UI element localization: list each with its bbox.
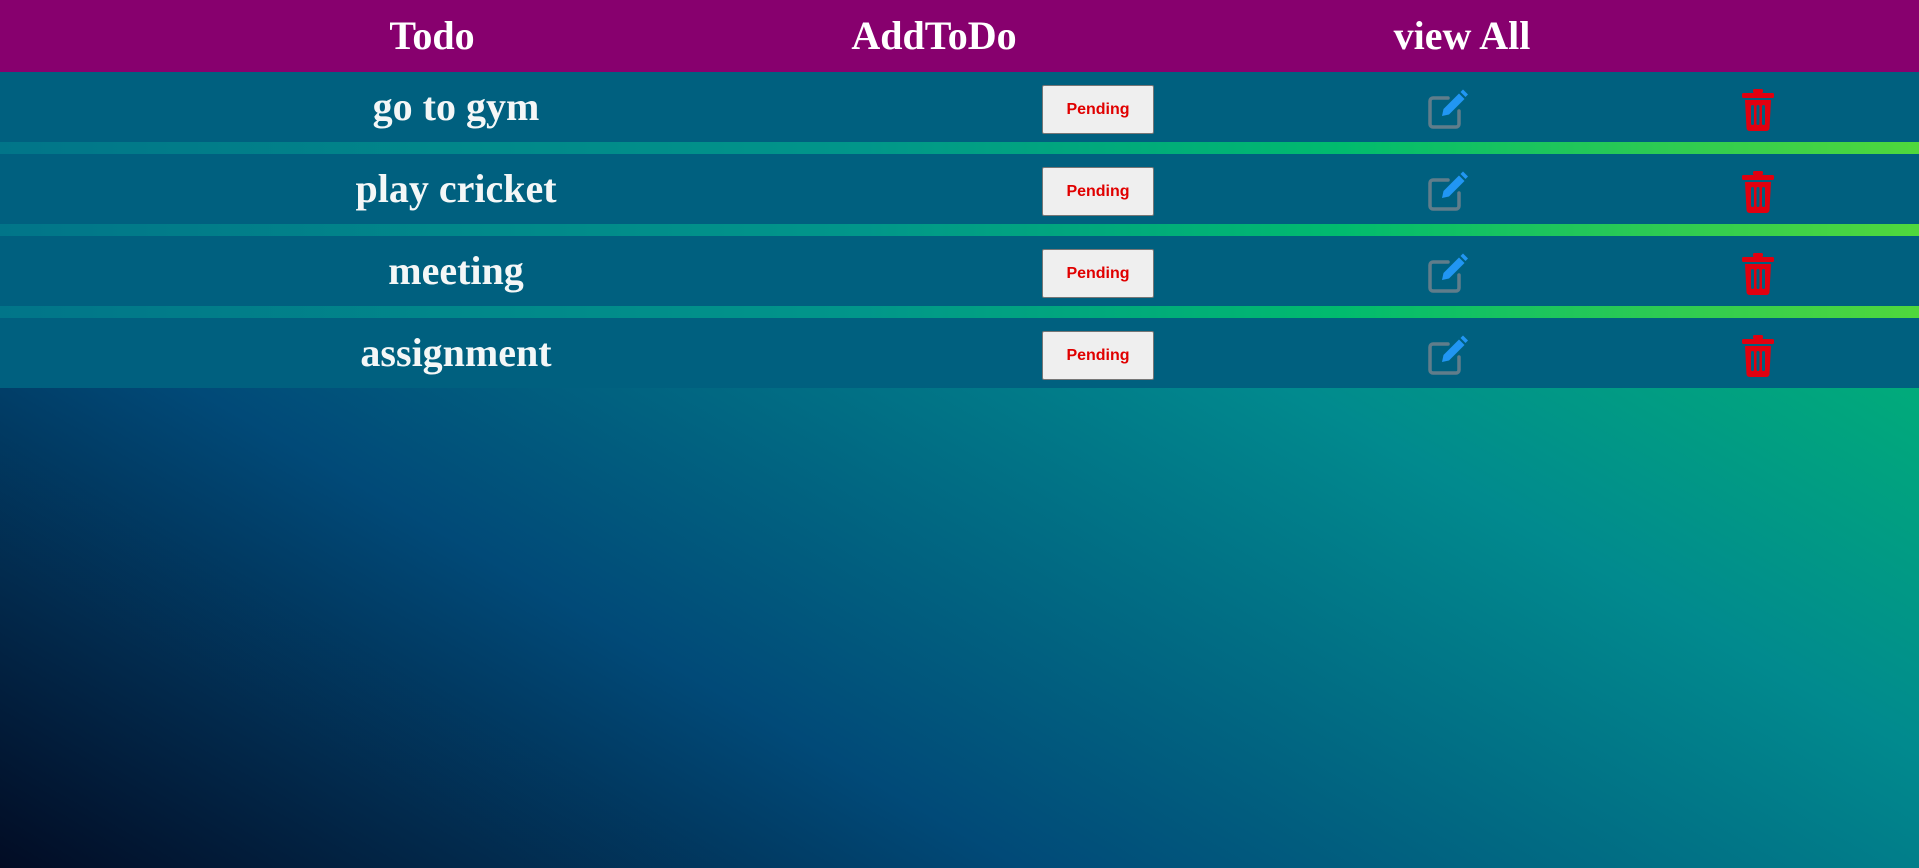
todo-title: assignment — [360, 330, 552, 375]
navbar: Todo AddToDo view All — [0, 0, 1919, 72]
edit-icon[interactable] — [1426, 171, 1468, 213]
todo-row: go to gym Pending — [0, 72, 1919, 142]
status-button[interactable]: Pending — [1042, 249, 1154, 298]
status-button[interactable]: Pending — [1042, 85, 1154, 134]
trash-icon[interactable] — [1741, 89, 1775, 131]
trash-icon[interactable] — [1741, 253, 1775, 295]
nav-link-add-todo[interactable]: AddToDo — [851, 10, 1016, 62]
trash-icon[interactable] — [1741, 335, 1775, 377]
todo-row: assignment Pending — [0, 318, 1919, 388]
status-button[interactable]: Pending — [1042, 331, 1154, 380]
edit-icon[interactable] — [1426, 335, 1468, 377]
todo-list: go to gym Pending play cricket Pending m… — [0, 72, 1919, 388]
todo-row: play cricket Pending — [0, 154, 1919, 224]
todo-title: play cricket — [355, 166, 557, 211]
status-button[interactable]: Pending — [1042, 167, 1154, 216]
nav-link-view-all[interactable]: view All — [1394, 10, 1531, 62]
todo-title: meeting — [388, 248, 524, 293]
nav-link-todo[interactable]: Todo — [389, 10, 474, 62]
edit-icon[interactable] — [1426, 89, 1468, 131]
trash-icon[interactable] — [1741, 171, 1775, 213]
todo-row: meeting Pending — [0, 236, 1919, 306]
todo-title: go to gym — [372, 84, 540, 129]
edit-icon[interactable] — [1426, 253, 1468, 295]
